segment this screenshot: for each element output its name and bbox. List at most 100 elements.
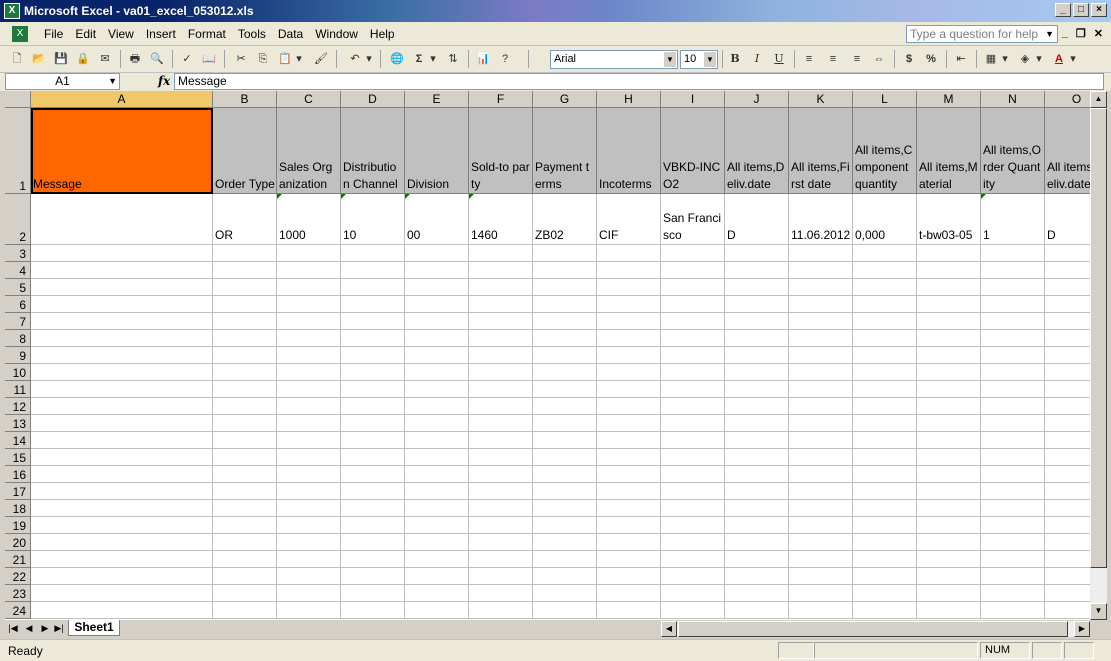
cell-f24[interactable] [469,602,533,619]
row-header[interactable]: 17 [5,483,31,500]
row-header[interactable]: 1 [5,108,31,194]
cell-k13[interactable] [789,415,853,432]
cell-i1[interactable]: VBKD-INCO2 [661,108,725,194]
font-color-icon[interactable]: A [1050,50,1068,68]
cell-o11[interactable] [1045,381,1090,398]
cell-o17[interactable] [1045,483,1090,500]
cell-l15[interactable] [853,449,917,466]
cell-l11[interactable] [853,381,917,398]
cell-d14[interactable] [341,432,405,449]
cell-a18[interactable] [31,500,213,517]
vertical-scrollbar[interactable]: ▲ ▼ [1090,91,1107,620]
cell-f3[interactable] [469,245,533,262]
cell-e24[interactable] [405,602,469,619]
row-header[interactable]: 23 [5,585,31,602]
cell-c22[interactable] [277,568,341,585]
cell-m21[interactable] [917,551,981,568]
align-right-icon[interactable]: ≡ [848,50,866,68]
column-header-d[interactable]: D [341,91,405,108]
cell-c21[interactable] [277,551,341,568]
vertical-scroll-thumb[interactable] [1090,108,1107,568]
cell-g20[interactable] [533,534,597,551]
cell-l9[interactable] [853,347,917,364]
cell-h5[interactable] [597,279,661,296]
cell-k2[interactable]: 11.06.2012 [789,194,853,245]
cell-a10[interactable] [31,364,213,381]
cell-b7[interactable] [213,313,277,330]
cell-j19[interactable] [725,517,789,534]
cell-d24[interactable] [341,602,405,619]
cell-m13[interactable] [917,415,981,432]
cell-j23[interactable] [725,585,789,602]
cell-c4[interactable] [277,262,341,279]
cell-o15[interactable] [1045,449,1090,466]
cell-h3[interactable] [597,245,661,262]
cell-k15[interactable] [789,449,853,466]
cell-o16[interactable] [1045,466,1090,483]
print-icon[interactable]: 🖶 [126,50,144,68]
cell-l4[interactable] [853,262,917,279]
cell-c12[interactable] [277,398,341,415]
cell-c20[interactable] [277,534,341,551]
cell-f6[interactable] [469,296,533,313]
cell-d19[interactable] [341,517,405,534]
row-header[interactable]: 14 [5,432,31,449]
cell-n16[interactable] [981,466,1045,483]
cell-o20[interactable] [1045,534,1090,551]
cell-l13[interactable] [853,415,917,432]
horizontal-scrollbar[interactable]: ◀ ▶ [661,621,1090,637]
cell-i15[interactable] [661,449,725,466]
cell-m10[interactable] [917,364,981,381]
cell-b15[interactable] [213,449,277,466]
cell-h7[interactable] [597,313,661,330]
row-header[interactable]: 5 [5,279,31,296]
cell-c2[interactable]: 1000 [277,194,341,245]
cell-n14[interactable] [981,432,1045,449]
cell-c24[interactable] [277,602,341,619]
row-header[interactable]: 10 [5,364,31,381]
row-header[interactable]: 6 [5,296,31,313]
cell-k19[interactable] [789,517,853,534]
row-header[interactable]: 15 [5,449,31,466]
cell-a12[interactable] [31,398,213,415]
row-header[interactable]: 9 [5,347,31,364]
cell-b21[interactable] [213,551,277,568]
scroll-left-icon[interactable]: ◀ [661,621,677,637]
cell-e13[interactable] [405,415,469,432]
cell-e5[interactable] [405,279,469,296]
cell-h9[interactable] [597,347,661,364]
cell-n7[interactable] [981,313,1045,330]
cell-h14[interactable] [597,432,661,449]
cell-b4[interactable] [213,262,277,279]
cell-m9[interactable] [917,347,981,364]
chevron-down-icon[interactable]: ▼ [664,52,676,67]
cell-f10[interactable] [469,364,533,381]
cell-h6[interactable] [597,296,661,313]
cell-n22[interactable] [981,568,1045,585]
column-header-f[interactable]: F [469,91,533,108]
cell-h15[interactable] [597,449,661,466]
cell-d17[interactable] [341,483,405,500]
cell-m8[interactable] [917,330,981,347]
column-header-j[interactable]: J [725,91,789,108]
cell-j3[interactable] [725,245,789,262]
maximize-button[interactable]: □ [1073,3,1089,17]
cell-j21[interactable] [725,551,789,568]
column-header-h[interactable]: H [597,91,661,108]
cell-b22[interactable] [213,568,277,585]
cell-g1[interactable]: Payment terms [533,108,597,194]
print-preview-icon[interactable]: 🔍 [148,50,166,68]
cell-c15[interactable] [277,449,341,466]
cell-k9[interactable] [789,347,853,364]
cell-b16[interactable] [213,466,277,483]
row-header[interactable]: 19 [5,517,31,534]
cell-i16[interactable] [661,466,725,483]
cell-a19[interactable] [31,517,213,534]
row-header[interactable]: 11 [5,381,31,398]
cell-g3[interactable] [533,245,597,262]
cell-o5[interactable] [1045,279,1090,296]
cell-n15[interactable] [981,449,1045,466]
cell-f1[interactable]: Sold-to party [469,108,533,194]
cell-d2[interactable]: 10 [341,194,405,245]
font-name-select[interactable]: Arial ▼ [550,50,678,69]
